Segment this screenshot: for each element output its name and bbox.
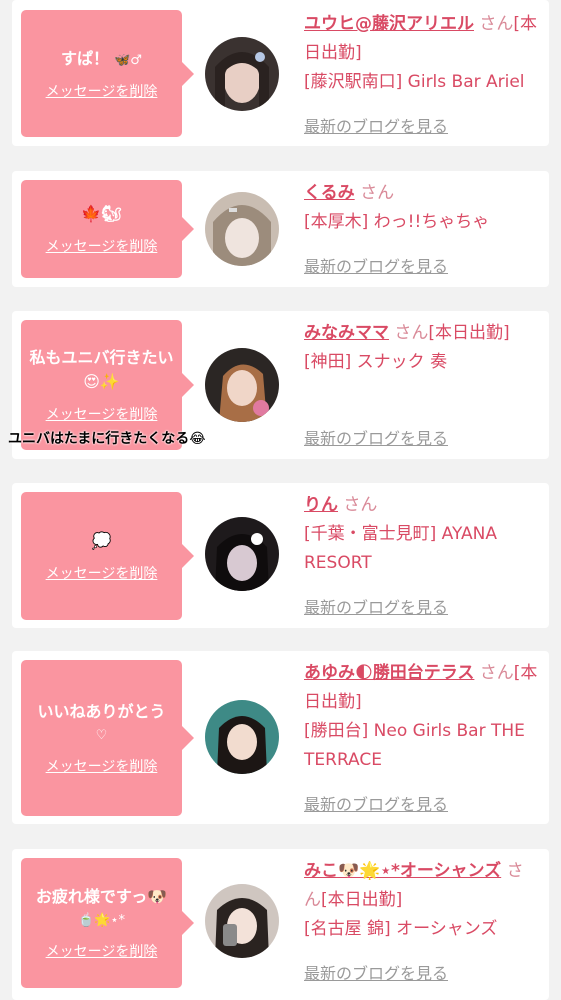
cast-info: みなみママ さん[本日出勤] [神田] スナック 奏 bbox=[304, 319, 540, 377]
cast-info: ユウヒ@藤沢アリエル さん[本日出勤] [藤沢駅南口] Girls Bar Ar… bbox=[304, 10, 540, 97]
message-text: 🍁🐿 bbox=[81, 204, 122, 223]
latest-blog-link[interactable]: 最新のブログを見る bbox=[304, 791, 448, 815]
cast-name-link[interactable]: あゆみ🌓勝田台テラス bbox=[304, 663, 474, 683]
message-bubble: いいねありがとう ♡ メッセージを削除 bbox=[21, 660, 194, 816]
cast-name-link[interactable]: りん bbox=[304, 495, 338, 515]
delete-message-link[interactable]: メッセージを削除 bbox=[46, 404, 158, 424]
shop-text: [勝田台] Neo Girls Bar THE TERRACE bbox=[304, 721, 525, 770]
message-bubble: 🍁🐿 メッセージを削除 bbox=[21, 180, 194, 278]
message-feed: すぱ！ 🦋♂ メッセージを削除 ユウヒ@藤沢アリエル さん[本日出勤] [藤沢駅… bbox=[0, 0, 561, 1000]
avatar-photo bbox=[205, 884, 279, 958]
cast-info: りん さん [千葉・富士見町] AYANA RESORT bbox=[304, 491, 540, 578]
avatar[interactable] bbox=[205, 884, 279, 958]
shop-text: [神田] スナック 奏 bbox=[304, 352, 448, 372]
honorific: さん bbox=[360, 183, 395, 203]
cast-info: あゆみ🌓勝田台テラス さん[本日出勤] [勝田台] Neo Girls Bar … bbox=[304, 659, 540, 775]
message-bubble: お疲れ様ですっ🐶 🍵🌟⋆* メッセージを削除 bbox=[21, 858, 194, 988]
cast-name-link[interactable]: みなみママ bbox=[304, 323, 389, 343]
message-card: いいねありがとう ♡ メッセージを削除 あゆみ🌓勝田台テラス さん[本日出勤] … bbox=[12, 651, 549, 824]
delete-message-link[interactable]: メッセージを削除 bbox=[46, 941, 158, 961]
avatar[interactable] bbox=[205, 192, 279, 266]
message-text: すぱ！ 🦋♂ bbox=[61, 48, 142, 68]
cast-name-link[interactable]: みこ🐶🌟⋆*オーシャンズ bbox=[304, 861, 501, 881]
message-text: いいねありがとう ♡ bbox=[37, 702, 166, 743]
avatar-photo bbox=[205, 517, 279, 591]
status-text: [本日出勤] bbox=[428, 323, 510, 343]
honorific: さん bbox=[479, 663, 514, 683]
message-card: 💭 メッセージを削除 りん さん [千葉・富士見町] AYANA RESORT … bbox=[12, 483, 549, 628]
avatar[interactable] bbox=[205, 348, 279, 422]
shop-text: [藤沢駅南口] Girls Bar Ariel bbox=[304, 72, 525, 92]
honorific: さん bbox=[394, 323, 429, 343]
cast-info: くるみ さん [本厚木] わっ!!ちゃちゃ bbox=[304, 179, 540, 237]
latest-blog-link[interactable]: 最新のブログを見る bbox=[304, 960, 448, 984]
cast-name-link[interactable]: くるみ bbox=[304, 183, 355, 203]
latest-blog-link[interactable]: 最新のブログを見る bbox=[304, 253, 448, 277]
cast-info: みこ🐶🌟⋆*オーシャンズ さん[本日出勤] [名古屋 錦] オーシャンズ bbox=[304, 857, 540, 944]
shop-text: [名古屋 錦] オーシャンズ bbox=[304, 919, 498, 939]
message-emoji: 🍵🌟⋆* bbox=[77, 913, 125, 928]
message-text: 💭 bbox=[91, 531, 112, 550]
delete-message-link[interactable]: メッセージを削除 bbox=[46, 81, 158, 101]
latest-blog-link[interactable]: 最新のブログを見る bbox=[304, 113, 448, 137]
overlay-caption: ユニバはたまに行きたくなる😂 bbox=[8, 431, 206, 447]
message-emoji: 🦋♂ bbox=[114, 52, 142, 68]
avatar-photo bbox=[205, 192, 279, 266]
avatar-photo bbox=[205, 37, 279, 111]
cast-name-link[interactable]: ユウヒ@藤沢アリエル bbox=[304, 14, 474, 34]
shop-text: [千葉・富士見町] AYANA RESORT bbox=[304, 524, 498, 573]
delete-message-link[interactable]: メッセージを削除 bbox=[46, 756, 158, 776]
message-card: お疲れ様ですっ🐶 🍵🌟⋆* メッセージを削除 みこ🐶🌟⋆*オーシャンズ さん[本… bbox=[12, 849, 549, 1000]
delete-message-link[interactable]: メッセージを削除 bbox=[46, 236, 158, 256]
message-bubble: 💭 メッセージを削除 bbox=[21, 492, 194, 620]
delete-message-link[interactable]: メッセージを削除 bbox=[46, 563, 158, 583]
honorific: さん bbox=[343, 495, 378, 515]
message-bubble: すぱ！ 🦋♂ メッセージを削除 bbox=[21, 10, 194, 137]
latest-blog-link[interactable]: 最新のブログを見る bbox=[304, 594, 448, 618]
avatar-photo bbox=[205, 348, 279, 422]
shop-text: [本厚木] わっ!!ちゃちゃ bbox=[304, 212, 490, 232]
avatar[interactable] bbox=[205, 517, 279, 591]
avatar-photo bbox=[205, 700, 279, 774]
honorific: さん bbox=[479, 14, 514, 34]
avatar[interactable] bbox=[205, 37, 279, 111]
message-card: すぱ！ 🦋♂ メッセージを削除 ユウヒ@藤沢アリエル さん[本日出勤] [藤沢駅… bbox=[12, 0, 549, 146]
status-text: [本日出勤] bbox=[321, 890, 403, 910]
message-text: 私もユニバ行きたい😍✨ bbox=[29, 348, 174, 391]
message-text: お疲れ様ですっ🐶 🍵🌟⋆* bbox=[35, 887, 168, 928]
latest-blog-link[interactable]: 最新のブログを見る bbox=[304, 425, 448, 449]
message-emoji: ♡ bbox=[95, 728, 108, 743]
message-card: 🍁🐿 メッセージを削除 くるみ さん [本厚木] わっ!!ちゃちゃ 最新のブログ… bbox=[12, 171, 549, 287]
avatar[interactable] bbox=[205, 700, 279, 774]
